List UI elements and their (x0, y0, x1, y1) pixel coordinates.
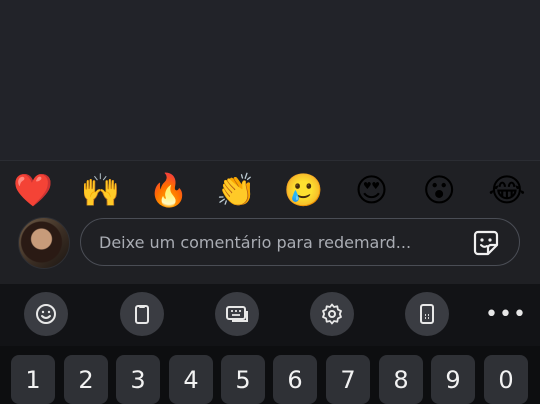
comment-composer: Deixe um comentário para redemard... (0, 216, 540, 272)
clipboard-icon[interactable] (120, 292, 164, 336)
more-icon[interactable]: ••• (484, 292, 528, 336)
settings-icon[interactable] (310, 292, 354, 336)
avatar (18, 217, 70, 269)
content-area (0, 0, 540, 160)
key-3[interactable]: 3 (116, 355, 160, 404)
key-0[interactable]: 0 (484, 355, 528, 404)
key-6[interactable]: 6 (273, 355, 317, 404)
reaction-open-mouth[interactable]: 😮 (416, 168, 462, 212)
key-1[interactable]: 1 (11, 355, 55, 404)
keyboard-layout-icon[interactable] (215, 292, 259, 336)
comment-placeholder: Deixe um comentário para redemard... (99, 233, 412, 252)
comment-input[interactable]: Deixe um comentário para redemard... (80, 218, 520, 266)
sticker-icon[interactable] (471, 228, 501, 258)
reaction-tears-of-joy[interactable]: 😂 (484, 168, 530, 212)
reaction-raising-hands[interactable]: 🙌 (78, 168, 124, 212)
key-2[interactable]: 2 (64, 355, 108, 404)
reaction-heart[interactable]: ❤️ (10, 168, 56, 212)
reaction-smiling-face-with-tear[interactable]: 🥲 (281, 168, 327, 212)
reaction-clapping-hands[interactable]: 👏 (213, 168, 259, 212)
reaction-heart-eyes[interactable]: 😍 (349, 168, 395, 212)
key-7[interactable]: 7 (326, 355, 370, 404)
key-8[interactable]: 8 (379, 355, 423, 404)
one-handed-icon[interactable] (405, 292, 449, 336)
number-row: 1 2 3 4 5 6 7 8 9 0 (0, 346, 540, 404)
quick-reactions-bar: ❤️ 🙌 🔥 👏 🥲 😍 😮 😂 (0, 168, 540, 212)
key-5[interactable]: 5 (221, 355, 265, 404)
emoji-icon[interactable] (24, 292, 68, 336)
keyboard-toolbar: ••• (0, 284, 540, 346)
divider (0, 160, 540, 161)
reaction-fire[interactable]: 🔥 (145, 168, 191, 212)
key-9[interactable]: 9 (431, 355, 475, 404)
key-4[interactable]: 4 (169, 355, 213, 404)
